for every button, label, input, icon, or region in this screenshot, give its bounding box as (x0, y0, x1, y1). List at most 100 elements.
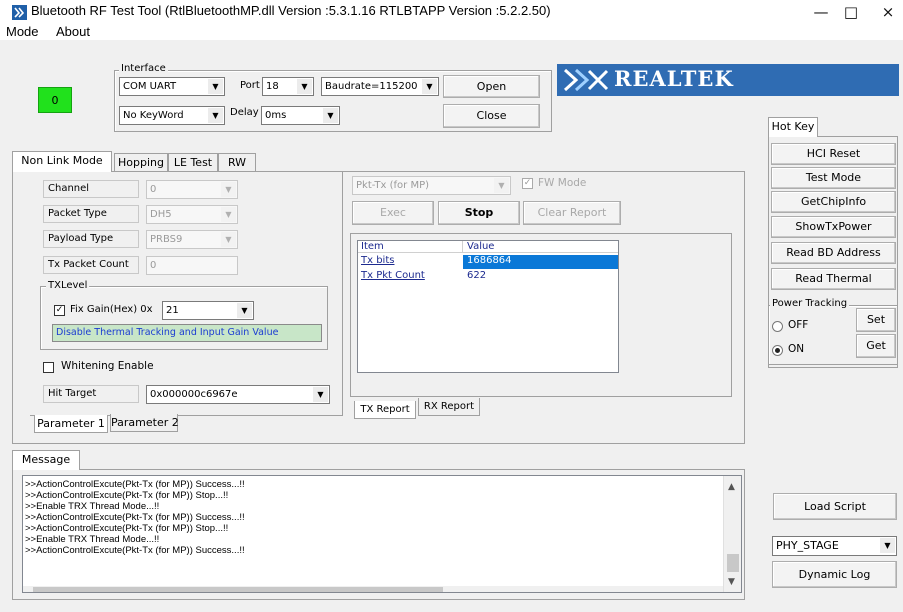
packet-type-value: DH5 (150, 209, 172, 220)
chevron-down-icon: ▼ (221, 232, 236, 247)
stage-select[interactable]: PHY_STAGE ▼ (772, 536, 897, 556)
tab-tx-report[interactable]: TX Report (354, 401, 416, 419)
keyword-value: No KeyWord (123, 110, 184, 121)
hit-target-label: Hit Target (43, 385, 139, 403)
tab-rx-report[interactable]: RX Report (418, 398, 480, 416)
horizontal-scrollbar-thumb[interactable] (33, 587, 443, 592)
minimize-button[interactable]: — (810, 2, 832, 22)
report-item: Tx Pkt Count (361, 270, 425, 281)
chevron-down-icon: ▼ (313, 387, 328, 402)
chevron-down-icon: ▼ (880, 538, 895, 553)
baudrate-select[interactable]: Baudrate=115200 ▼ (321, 77, 439, 96)
test-mode-button[interactable]: Test Mode (771, 167, 896, 189)
tab-le-test[interactable]: LE Test (168, 153, 218, 172)
scrollbar-thumb[interactable] (727, 554, 739, 572)
tab-parameter-1[interactable]: Parameter 1 (34, 415, 108, 433)
message-line: >>ActionControlExcute(Pkt-Tx (for MP)) S… (25, 523, 229, 534)
message-line: >>Enable TRX Thread Mode...!! (25, 534, 160, 545)
tab-hot-key[interactable]: Hot Key (768, 117, 818, 137)
power-get-button[interactable]: Get (856, 334, 896, 358)
message-log[interactable]: >>ActionControlExcute(Pkt-Tx (for MP)) S… (22, 475, 742, 593)
tx-packet-count-label: Tx Packet Count (43, 256, 139, 274)
port-value: 18 (266, 81, 279, 92)
chevron-down-icon: ▼ (297, 79, 312, 94)
read-thermal-button[interactable]: Read Thermal (771, 268, 896, 290)
load-script-button[interactable]: Load Script (773, 493, 897, 520)
power-off-radio[interactable] (772, 321, 783, 332)
chevron-down-icon: ▼ (422, 79, 437, 94)
chevron-down-icon: ▼ (237, 303, 252, 318)
column-header-item: Item (361, 241, 384, 252)
fix-gain-select[interactable]: 21 ▼ (162, 301, 254, 320)
delay-label: Delay (230, 107, 259, 118)
port-label: Port (240, 80, 260, 91)
open-button[interactable]: Open (443, 75, 540, 98)
channel-label: Channel (43, 180, 139, 198)
exec-button[interactable]: Exec (352, 201, 434, 225)
table-row[interactable]: Tx Pkt Count 622 (358, 270, 618, 284)
scroll-down-icon[interactable]: ▼ (728, 577, 735, 587)
message-line: >>ActionControlExcute(Pkt-Tx (for MP)) S… (25, 479, 245, 490)
keyword-select[interactable]: No KeyWord ▼ (119, 106, 225, 125)
status-led: 0 (38, 87, 72, 113)
vertical-scrollbar[interactable]: ▲ ▼ (723, 476, 741, 592)
fix-gain-label: Fix Gain(Hex) 0x (70, 304, 153, 315)
chevron-down-icon: ▼ (323, 108, 338, 123)
tab-parameter-2[interactable]: Parameter 2 (110, 414, 179, 432)
tx-packet-count-input[interactable]: 0 (146, 256, 238, 275)
test-mode-value: Pkt-Tx (for MP) (356, 180, 430, 191)
chevron-down-icon: ▼ (221, 182, 236, 197)
dynamic-log-button[interactable]: Dynamic Log (772, 561, 897, 588)
tab-non-link-mode[interactable]: Non Link Mode (12, 151, 112, 172)
maximize-button[interactable]: □ (840, 2, 862, 22)
close-button[interactable]: × (877, 2, 899, 22)
horizontal-scrollbar[interactable] (23, 586, 723, 592)
packet-type-select[interactable]: DH5 ▼ (146, 205, 238, 224)
chevron-down-icon: ▼ (494, 178, 509, 193)
payload-type-label: Payload Type (43, 230, 139, 248)
tab-rw[interactable]: RW (218, 153, 256, 172)
port-select[interactable]: 18 ▼ (262, 77, 314, 96)
tab-message[interactable]: Message (12, 450, 80, 470)
chevron-down-icon: ▼ (221, 207, 236, 222)
power-on-label: ON (788, 343, 805, 355)
test-mode-select[interactable]: Pkt-Tx (for MP) ▼ (352, 176, 511, 195)
interface-group-label: Interface (119, 63, 168, 74)
show-tx-power-button[interactable]: ShowTxPower (771, 216, 896, 238)
get-chip-info-button[interactable]: GetChipInfo (771, 191, 896, 213)
interface-type-select[interactable]: COM UART ▼ (119, 77, 225, 96)
delay-select[interactable]: 0ms ▼ (261, 106, 340, 125)
hit-target-select[interactable]: 0x000000c6967e ▼ (146, 385, 330, 404)
chevron-down-icon: ▼ (208, 108, 223, 123)
txlevel-label: TXLevel (46, 280, 90, 291)
disable-thermal-button[interactable]: Disable Thermal Tracking and Input Gain … (52, 324, 322, 342)
hci-reset-button[interactable]: HCI Reset (771, 143, 896, 165)
channel-select[interactable]: 0 ▼ (146, 180, 238, 199)
stop-button[interactable]: Stop (438, 201, 520, 225)
power-tracking-label: Power Tracking (770, 298, 850, 309)
read-bd-address-button[interactable]: Read BD Address (771, 242, 896, 264)
power-on-radio[interactable] (772, 345, 783, 356)
clear-report-button[interactable]: Clear Report (523, 201, 621, 225)
fw-mode-checkbox[interactable]: ✓ (522, 178, 533, 189)
packet-type-label: Packet Type (43, 205, 139, 223)
channel-value: 0 (150, 184, 157, 195)
scroll-up-icon[interactable]: ▲ (728, 482, 735, 492)
fix-gain-checkbox[interactable]: ✓ (54, 305, 65, 316)
realtek-logo-icon (563, 68, 609, 92)
menu-mode[interactable]: Mode (6, 24, 39, 39)
window-title: Bluetooth RF Test Tool (RtlBluetoothMP.d… (31, 3, 551, 18)
power-set-button[interactable]: Set (856, 308, 896, 332)
interface-type-value: COM UART (123, 81, 177, 92)
table-row[interactable]: Tx bits 1686864 (358, 255, 618, 269)
hit-target-value: 0x000000c6967e (150, 389, 238, 400)
menu-about[interactable]: About (56, 24, 90, 39)
brand-name: REALTEK (614, 66, 734, 91)
tab-hopping[interactable]: Hopping (114, 153, 168, 172)
close-connection-button[interactable]: Close (443, 104, 540, 128)
app-icon (12, 5, 27, 20)
whitening-checkbox[interactable] (43, 362, 54, 373)
menu-bar (0, 22, 903, 40)
payload-type-select[interactable]: PRBS9 ▼ (146, 230, 238, 249)
column-header-value: Value (467, 241, 495, 252)
